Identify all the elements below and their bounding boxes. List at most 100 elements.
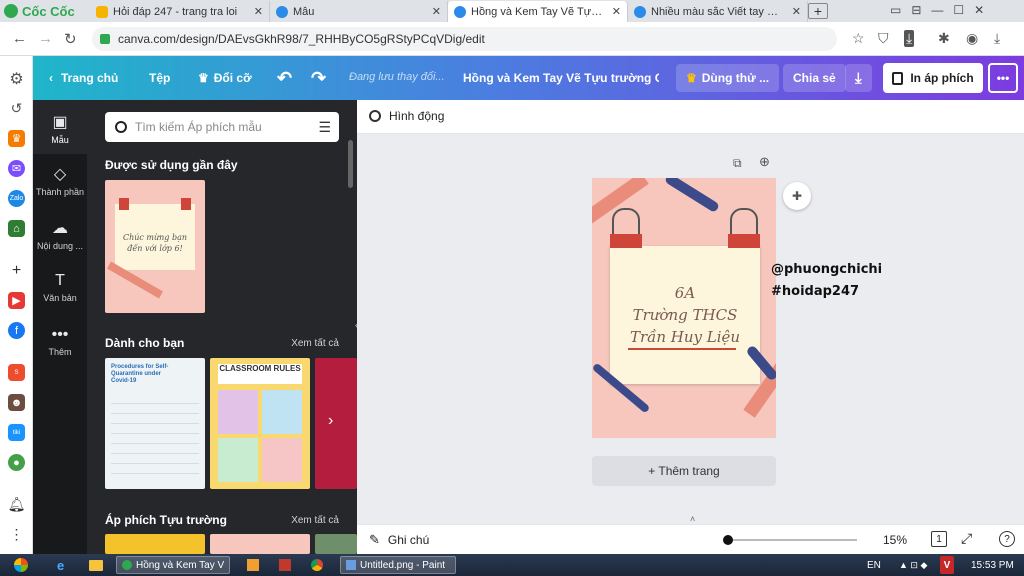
back-icon[interactable]: ← xyxy=(12,30,27,47)
download-manager-icon[interactable]: ⤓ xyxy=(904,30,915,47)
help-button[interactable]: ? xyxy=(999,531,1015,547)
extensions-icon[interactable]: ✱ xyxy=(938,30,950,47)
home-button[interactable]: ‹ Trang chủ xyxy=(49,56,118,100)
canva-favicon-icon xyxy=(454,5,466,18)
tab-mau[interactable]: Mẫu ✕ xyxy=(270,1,448,22)
filter-icon[interactable]: ☰ xyxy=(318,119,331,136)
more-vertical-icon[interactable]: ⋮ xyxy=(8,526,25,543)
close-icon[interactable]: ✕ xyxy=(254,5,263,18)
messenger-icon[interactable]: ✉ xyxy=(8,160,25,177)
settings-icon[interactable]: ⚙ xyxy=(8,70,25,88)
clock[interactable]: 15:53 PM xyxy=(966,556,1019,574)
undo-button[interactable]: ↶ xyxy=(277,56,292,100)
poster-thumbnail[interactable] xyxy=(315,534,357,554)
history-icon[interactable]: ↺ xyxy=(8,100,25,117)
add-page-icon[interactable]: ⊕ xyxy=(759,154,770,170)
tab-nhieu-mau-sac[interactable]: Nhiều màu sắc Viết tay Giới thiệu✕ xyxy=(628,1,808,22)
bell-icon[interactable]: 🔔︎ xyxy=(8,496,26,513)
chrome-icon[interactable] xyxy=(306,556,328,574)
saving-status: Đang lưu thay đổi... xyxy=(349,71,445,83)
chevron-up-icon[interactable]: ˄ xyxy=(690,514,695,524)
url-field[interactable]: canva.com/design/DAEvsGkhR98/7_RHHByCO5g… xyxy=(92,27,837,51)
app-icon[interactable] xyxy=(274,556,296,574)
classroom-rules-thumbnail[interactable]: CLASSROOM RULES xyxy=(210,358,310,489)
covid-template-thumbnail[interactable]: Procedures for Self-Quarantine under Cov… xyxy=(105,358,205,489)
design-title[interactable]: Hồng và Kem Tay Vẽ Tựu trường Cử... xyxy=(463,56,659,100)
rail-more[interactable]: ••• Thêm xyxy=(33,326,87,357)
editor-canvas: ⧉ ⊕ 6A Trường THCS Trần Huy Liệu ✚ @phuo… xyxy=(357,134,1024,524)
zoom-slider[interactable] xyxy=(727,539,857,541)
design-text[interactable]: 6A Trường THCS Trần Huy Liệu xyxy=(610,282,760,348)
new-tab-button[interactable]: + xyxy=(808,3,828,19)
tiki-icon[interactable]: tiki xyxy=(8,424,25,441)
chevron-right-icon[interactable]: › xyxy=(328,412,333,430)
fullscreen-icon[interactable]: ⤢ xyxy=(961,530,972,547)
template-search-input[interactable]: Tìm kiếm Áp phích mẫu ☰ xyxy=(105,112,339,142)
zoom-slider-handle[interactable] xyxy=(723,535,733,545)
start-button[interactable] xyxy=(6,556,36,574)
media-icon[interactable] xyxy=(242,556,264,574)
tray-icons[interactable]: ▲ ⊡ ◆ xyxy=(894,556,932,574)
language-indicator[interactable]: EN xyxy=(862,556,886,574)
close-icon[interactable]: ✕ xyxy=(432,5,441,18)
share-button[interactable]: Chia sẻ xyxy=(783,64,846,92)
page-count-button[interactable]: 1 xyxy=(931,531,947,547)
download-button[interactable]: ⤓ xyxy=(845,64,872,92)
add-icon[interactable]: + xyxy=(8,262,25,279)
shield-icon[interactable]: ⛉ xyxy=(878,30,889,47)
duplicate-page-icon[interactable]: ⧉ xyxy=(733,156,742,171)
pen-decoration xyxy=(663,178,721,214)
file-menu-button[interactable]: Tệp xyxy=(149,56,170,100)
redo-button[interactable]: ↷ xyxy=(311,56,326,100)
game-avatar-icon[interactable]: ☻ xyxy=(8,394,25,411)
downloads-icon[interactable]: ⤓ xyxy=(994,30,1000,47)
browser-tab-strip: Cốc Cốc Hỏi đáp 247 - trang tra loi ✕ Mẫu… xyxy=(0,0,1024,22)
resize-button[interactable]: ♛ Đổi cỡ xyxy=(198,56,252,100)
window-controls[interactable]: ▭⊟—☐✕ xyxy=(890,3,994,17)
crown-icon[interactable]: ♛ xyxy=(8,130,25,147)
rail-text[interactable]: T Văn bản xyxy=(33,272,87,303)
print-poster-button[interactable]: In áp phích xyxy=(883,63,983,93)
red-template-thumbnail[interactable] xyxy=(315,358,357,489)
reload-icon[interactable]: ↻ xyxy=(64,30,77,48)
canva-favicon-icon xyxy=(276,5,288,18)
close-icon[interactable]: ✕ xyxy=(612,5,621,18)
animate-button[interactable]: Hình động xyxy=(369,109,444,123)
underline-decoration xyxy=(628,348,736,350)
facebook-icon[interactable]: f xyxy=(8,322,25,339)
poster-thumbnail[interactable] xyxy=(105,534,205,554)
explorer-icon[interactable] xyxy=(84,556,108,574)
browser-brand[interactable]: Cốc Cốc xyxy=(4,2,75,20)
upload-cloud-icon: ☁ xyxy=(52,220,68,237)
add-page-button[interactable]: + Thêm trang xyxy=(592,456,776,486)
tab-hong-va-kem[interactable]: Hồng và Kem Tay Vẽ Tựu trường✕ xyxy=(448,1,628,22)
try-pro-button[interactable]: ♛ Dùng thử ... xyxy=(676,64,780,92)
tray-app-icon[interactable]: V xyxy=(940,556,954,574)
notes-button[interactable]: ✎ Ghi chú xyxy=(369,532,429,548)
forward-icon[interactable]: → xyxy=(38,30,53,47)
poster-thumbnail[interactable] xyxy=(210,534,310,554)
gamepad-icon[interactable]: ⌂ xyxy=(8,220,25,237)
taskbar-app-paint[interactable]: Untitled.png - Paint xyxy=(340,556,456,574)
panel-scrollbar[interactable] xyxy=(348,140,353,188)
map-pin-icon[interactable]: ● xyxy=(8,454,25,471)
youtube-icon[interactable]: ▶ xyxy=(8,292,25,309)
see-all-link-2[interactable]: Xem tất cả xyxy=(291,515,339,526)
taskbar-app-browser[interactable]: Hồng và Kem Tay Vẽ... xyxy=(116,556,230,574)
rail-elements[interactable]: ◇ Thành phần xyxy=(33,164,87,197)
recent-template-thumbnail[interactable]: Chúc mừng bạn đến với lớp 6! xyxy=(105,180,205,313)
rail-uploads[interactable]: ☁ Nội dung ... xyxy=(33,218,87,251)
see-all-link[interactable]: Xem tất cả xyxy=(291,338,339,349)
profile-icon[interactable]: ◉ xyxy=(966,30,978,47)
zoom-level[interactable]: 15% xyxy=(883,533,907,547)
more-options-button[interactable]: ••• xyxy=(988,63,1018,93)
ie-icon[interactable]: e xyxy=(52,556,69,574)
shopee-icon[interactable]: S xyxy=(8,364,25,381)
star-icon[interactable]: ☆ xyxy=(852,30,865,47)
tab-hoidap[interactable]: Hỏi đáp 247 - trang tra loi ✕ xyxy=(90,1,270,22)
comment-button[interactable]: ✚ xyxy=(783,182,811,210)
zalo-icon[interactable]: Zalo xyxy=(8,190,25,207)
close-icon[interactable]: ✕ xyxy=(792,5,801,18)
rail-templates[interactable]: ▣ Mẫu xyxy=(33,100,87,154)
design-page[interactable]: 6A Trường THCS Trần Huy Liệu xyxy=(592,178,776,438)
